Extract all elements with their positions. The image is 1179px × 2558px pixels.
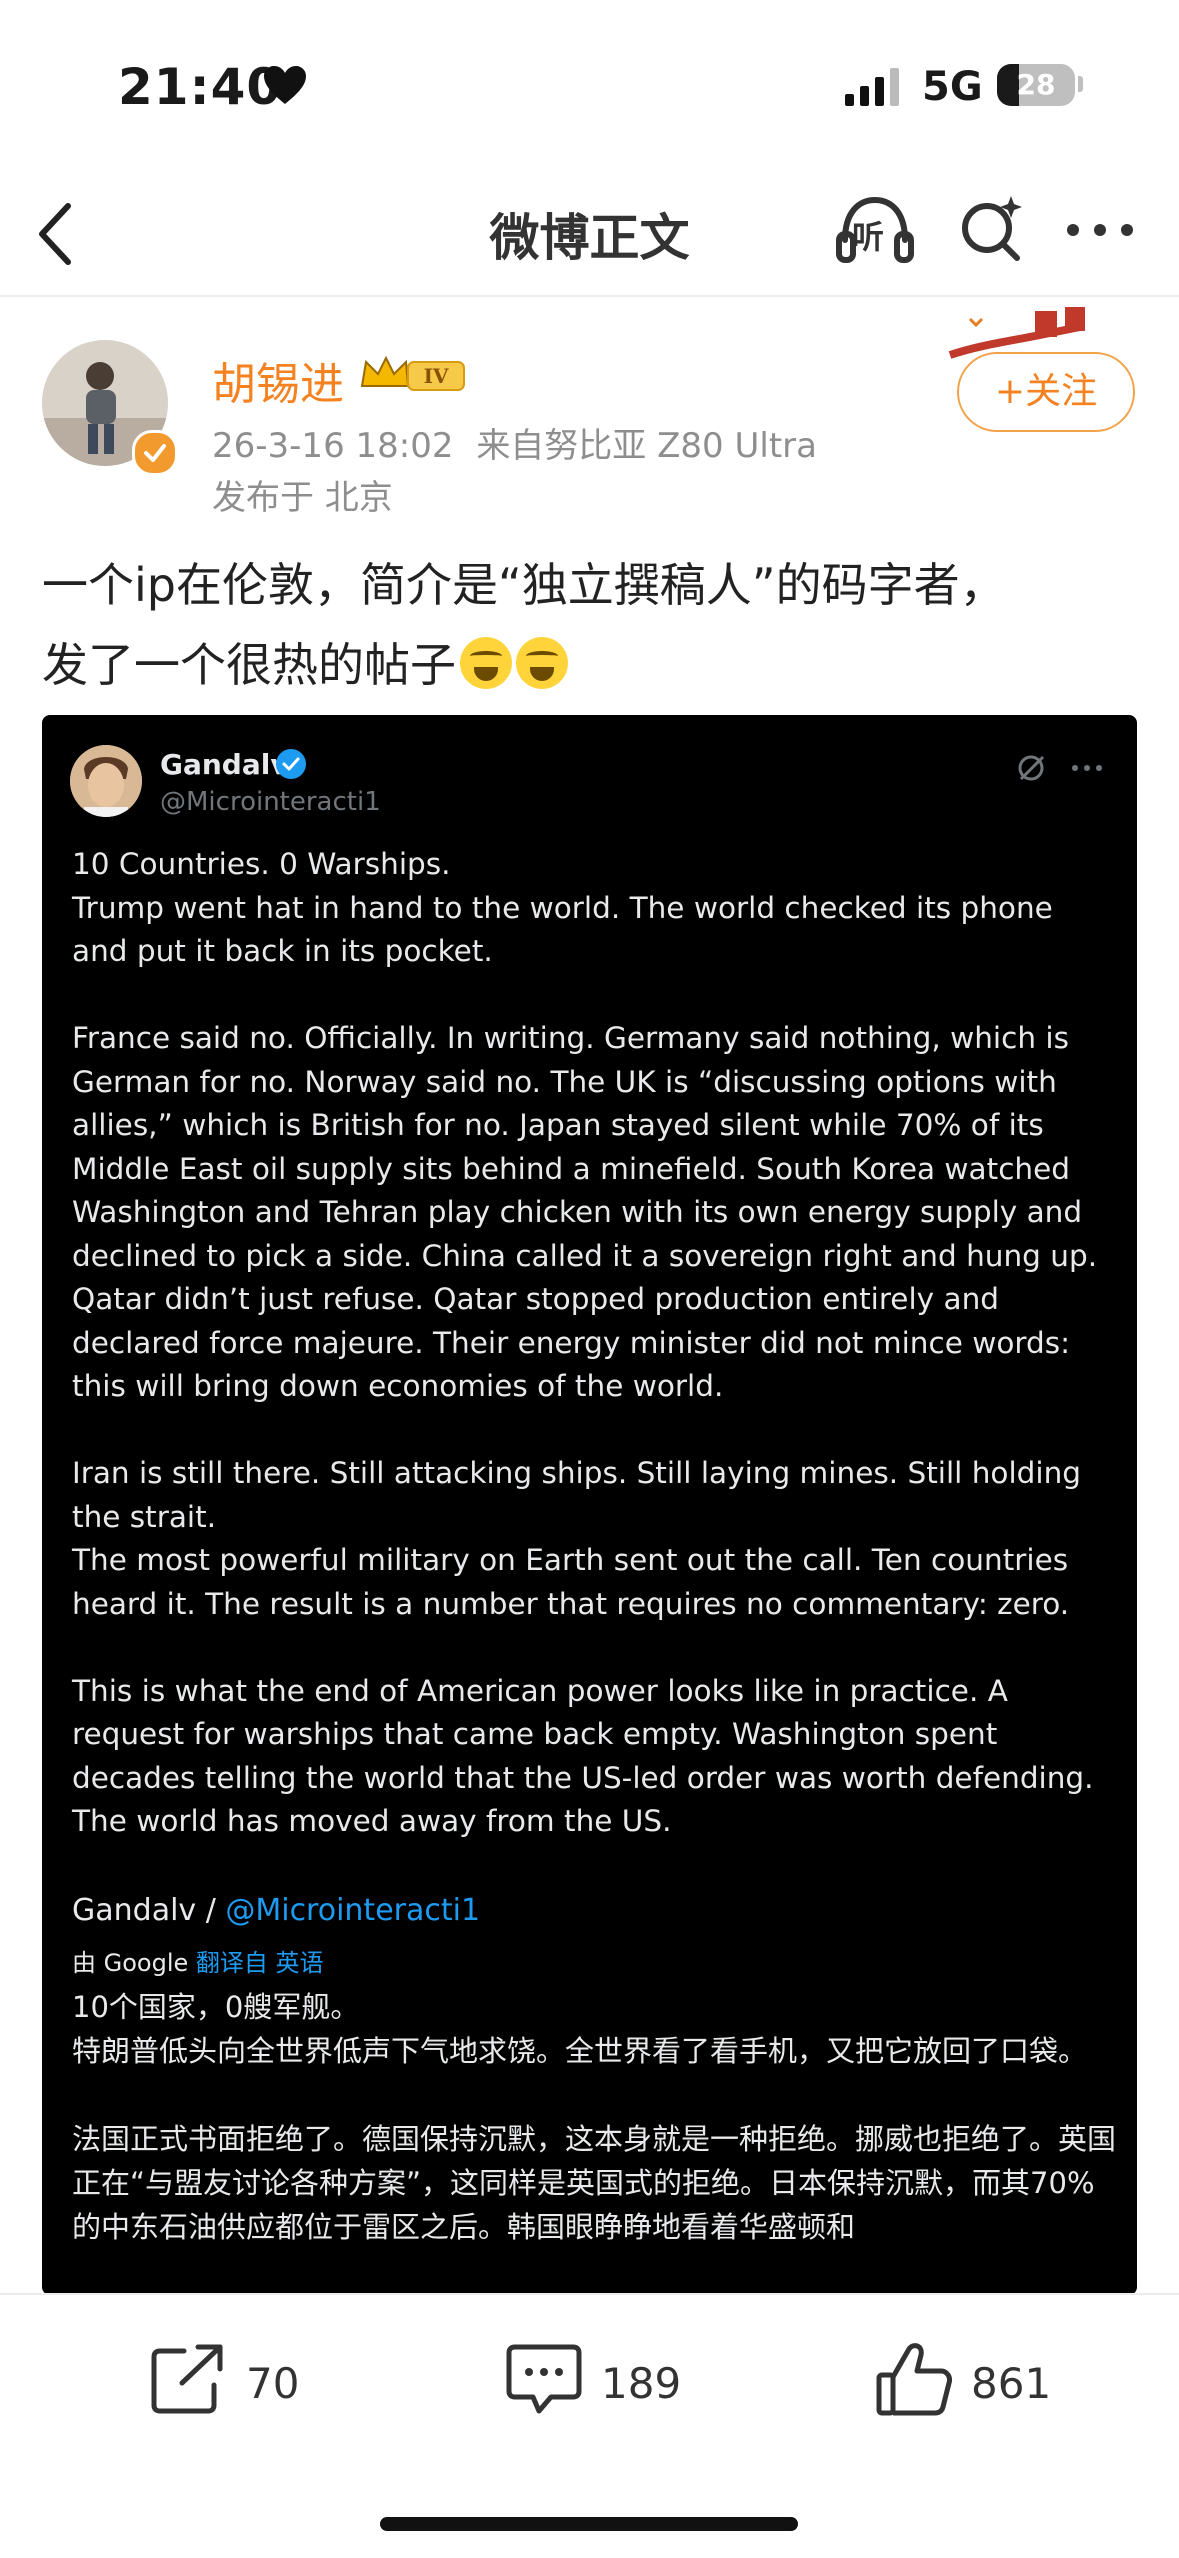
more-icon[interactable] <box>1065 220 1135 240</box>
tweet-signature: Gandalv / @Microinteracti1 <box>72 1893 480 1928</box>
tweet-paragraph: This is what the end of American power l… <box>72 1673 1094 1839</box>
tweet-paragraph: 10 Countries. 0 Warships. Trump went hat… <box>72 847 1053 968</box>
post-meta: 26-3-16 18:02 来自努比亚 Z80 Ultra <box>212 418 817 467</box>
translated-paragraph: 法国正式书面拒绝了。德国保持沉默，这本身就是一种拒绝。挪威也拒绝了。英国正在“与… <box>72 2122 1117 2244</box>
repost-count: 70 <box>246 2359 300 2408</box>
crown-icon: IV <box>360 355 465 391</box>
tweet-signature-handle: @Microinteracti1 <box>225 1893 481 1928</box>
tweet-translation: 10个国家，0艘军舰。 特朗普低头向全世界低声下气地求饶。全世界看了看手机，又把… <box>72 1985 1117 2293</box>
comment-icon <box>506 2344 582 2414</box>
google-prefix: 由 Google <box>72 1949 196 1977</box>
like-icon <box>876 2343 952 2416</box>
tweet-handle: @Microinteracti1 <box>160 787 381 817</box>
comment-count: 189 <box>601 2359 682 2408</box>
battery-indicator: 28 <box>997 64 1075 106</box>
listen-label: 听 <box>852 218 885 256</box>
signal-icon <box>845 68 899 106</box>
action-bar: 70 189 861 <box>0 2293 1179 2558</box>
tweet-body: 10 Countries. 0 Warships. Trump went hat… <box>72 843 1117 1887</box>
home-indicator[interactable] <box>380 2517 798 2531</box>
tweet-avatar <box>70 745 142 817</box>
network-type: 5G <box>922 64 983 110</box>
battery-percent: 28 <box>1016 68 1056 101</box>
verified-icon <box>276 749 306 779</box>
translated-paragraph: 10个国家，0艘军舰。 特朗普低头向全世界低声下气地求饶。全世界看了看手机，又把… <box>72 1990 1088 2068</box>
like-count: 861 <box>971 2359 1052 2408</box>
post-text-line: 一个ip在伦敦，简介是“独立撰稿人”的码字者， <box>42 558 1006 612</box>
search-icon[interactable] <box>955 188 1027 268</box>
nav-bar: 微博正文 听 <box>0 170 1179 297</box>
verified-icon <box>132 430 178 476</box>
follow-button[interactable]: +关注 <box>957 352 1135 432</box>
tweet-signature-name: Gandalv / <box>72 1893 226 1928</box>
tweet-avatar-photo <box>70 745 142 817</box>
battery-nub <box>1078 76 1083 92</box>
tweet-paragraph: Iran is still there. Still attacking shi… <box>72 1456 1082 1621</box>
post-text: 一个ip在伦敦，简介是“独立撰稿人”的码字者， 发了一个很热的帖子 <box>42 545 1152 705</box>
grok-icon <box>1018 755 1102 781</box>
status-time: 21:40 <box>118 58 283 116</box>
like-button[interactable]: 861 <box>875 2335 1105 2425</box>
author-name[interactable]: 胡锡进 <box>212 348 344 412</box>
google-translate-note: 由 Google 翻译自 英语 <box>72 1943 324 1978</box>
tweet-paragraph: France said no. Officially. In writing. … <box>72 1021 1098 1403</box>
comment-button[interactable]: 189 <box>505 2335 735 2425</box>
laughing-tears-icon <box>460 637 512 689</box>
google-translate-link: 翻译自 英语 <box>195 1949 324 1977</box>
embedded-image[interactable]: Gandalv @Microinteracti1 10 Countries. 0… <box>42 715 1137 2295</box>
repost-button[interactable]: 70 <box>150 2335 350 2425</box>
laughing-tears-icon <box>516 637 568 689</box>
post-location: 发布于 北京 <box>212 478 393 518</box>
post-text-span: 发了一个很热的帖子 <box>42 638 456 692</box>
tweet-author-name: Gandalv <box>160 748 289 781</box>
level-badge: IV <box>424 364 449 388</box>
share-icon <box>151 2344 223 2414</box>
post-source: 来自努比亚 Z80 Ultra <box>476 426 817 466</box>
post-text-line: 发了一个很热的帖子 <box>42 625 1152 705</box>
post-timestamp: 26-3-16 18:02 <box>212 426 454 466</box>
heart-icon <box>264 66 306 104</box>
status-bar: 21:40 5G 28 <box>0 0 1179 170</box>
